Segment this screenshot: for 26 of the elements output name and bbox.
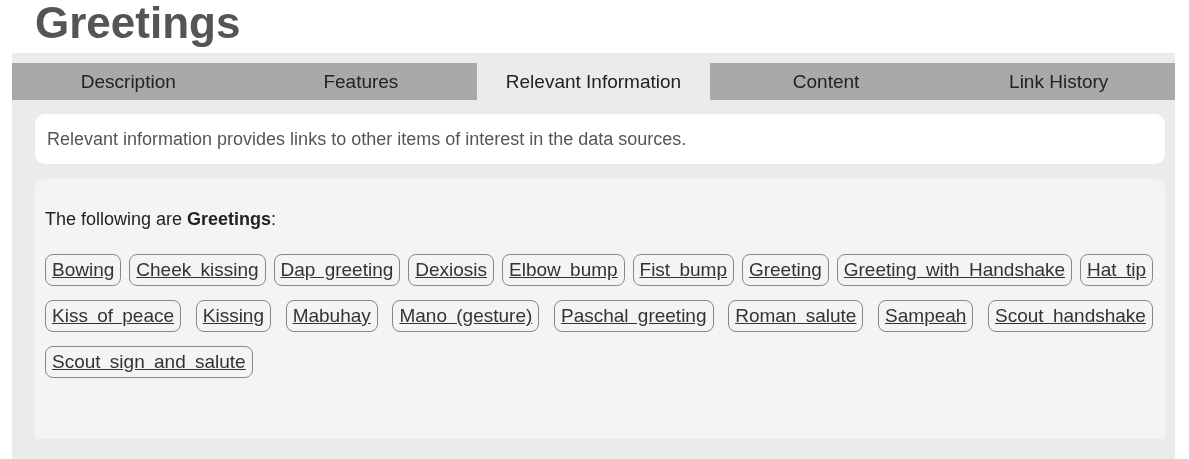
tag-link[interactable]: Kissing bbox=[195, 300, 271, 332]
tag-link[interactable]: Roman salute bbox=[728, 300, 864, 332]
tag-link[interactable]: Mabuhay bbox=[285, 300, 378, 332]
tag-link[interactable]: Cheek kissing bbox=[129, 254, 266, 286]
tab[interactable]: Link History bbox=[942, 63, 1175, 100]
tag-link[interactable]: Elbow bump bbox=[502, 254, 625, 286]
tag-link[interactable]: Bowing bbox=[45, 254, 122, 286]
tag-link[interactable]: Kiss of peace bbox=[45, 300, 182, 332]
tag-link[interactable]: Fist bump bbox=[632, 254, 734, 286]
tab[interactable]: Features bbox=[244, 63, 478, 100]
tag-link[interactable]: Hat tip bbox=[1080, 254, 1153, 286]
info-text: Relevant information provides links to other items of interest in the data sources. bbox=[35, 114, 1165, 164]
tag-link[interactable]: Sampeah bbox=[878, 300, 974, 332]
tag-link[interactable]: Scout sign and salute bbox=[45, 346, 253, 378]
tab[interactable]: Content bbox=[709, 63, 943, 100]
list-heading: The following are Greetings: bbox=[45, 209, 278, 230]
tag-link[interactable]: Scout handshake bbox=[988, 300, 1153, 332]
tag-link[interactable]: Greeting with Handshake bbox=[836, 254, 1073, 286]
tab[interactable]: Description bbox=[12, 63, 245, 100]
tab[interactable]: Relevant Information bbox=[477, 63, 710, 100]
tag-link[interactable]: Dap greeting bbox=[273, 254, 401, 286]
tag-link[interactable]: Mano (gesture) bbox=[392, 300, 540, 332]
tag-link[interactable]: Dexiosis bbox=[408, 254, 495, 286]
page-title: Greetings bbox=[34, 0, 242, 49]
tag-link[interactable]: Paschal greeting bbox=[553, 300, 714, 332]
tag-link[interactable]: Greeting bbox=[741, 254, 829, 286]
